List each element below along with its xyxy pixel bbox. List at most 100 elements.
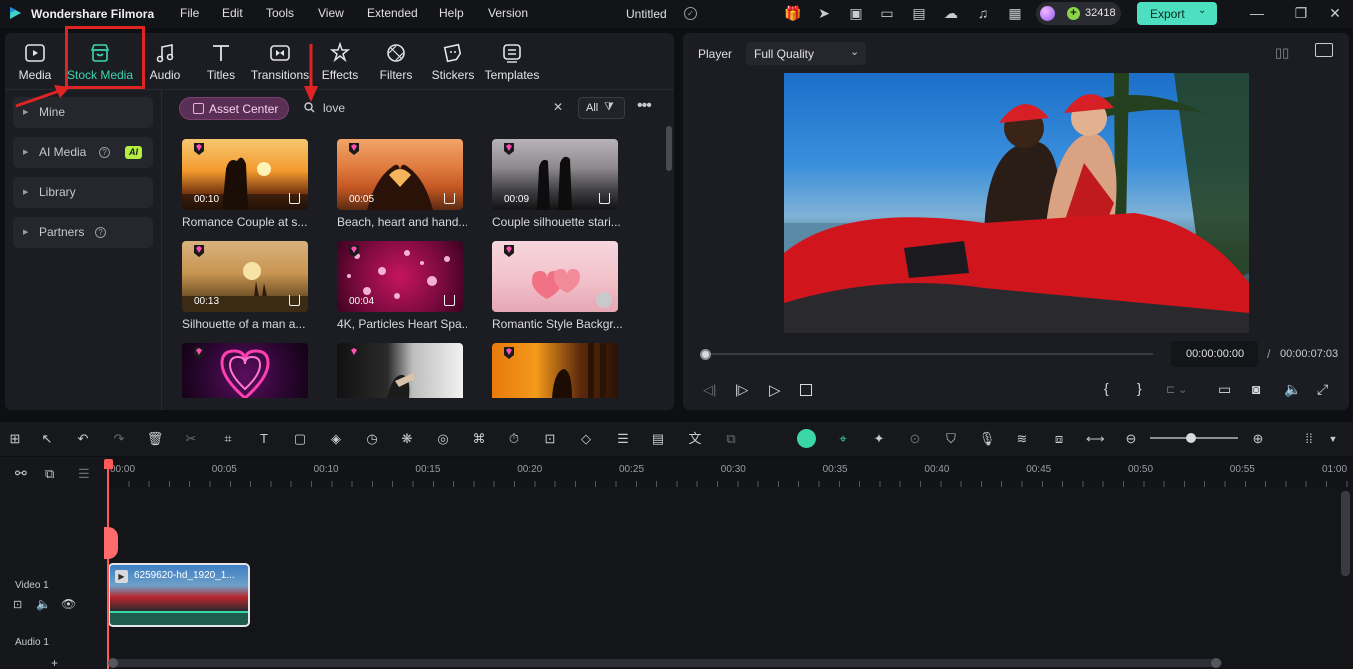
adjust-icon[interactable]: ☰ bbox=[614, 430, 632, 448]
snap-icon[interactable]: ⌖ bbox=[834, 430, 852, 448]
download-icon[interactable] bbox=[444, 295, 455, 306]
ai-tools-icon[interactable]: ◎ bbox=[434, 430, 452, 448]
export-button[interactable]: Export ⌄ bbox=[1137, 2, 1217, 25]
lock-icon[interactable]: ⊡ bbox=[13, 598, 22, 611]
select-pointer-icon[interactable]: ↖ bbox=[38, 430, 56, 448]
replace-icon[interactable]: ⧈ bbox=[1050, 430, 1068, 448]
tab-titles[interactable]: Titles bbox=[199, 33, 243, 89]
volume-icon[interactable]: 🔈 bbox=[36, 597, 51, 611]
shield-icon[interactable]: ⛉ bbox=[942, 430, 960, 448]
text-icon[interactable]: T bbox=[255, 430, 273, 448]
speed-icon[interactable]: ◷ bbox=[363, 430, 381, 448]
color-icon[interactable]: ❋ bbox=[398, 430, 416, 448]
mark-in-icon[interactable]: { bbox=[1104, 380, 1109, 396]
results-scrollbar[interactable] bbox=[666, 126, 672, 171]
help-icon[interactable]: ? bbox=[95, 227, 106, 238]
menu-edit[interactable]: Edit bbox=[222, 6, 243, 20]
current-time-box[interactable]: 00:00:00:00 bbox=[1171, 341, 1258, 367]
stop-icon[interactable] bbox=[800, 384, 812, 396]
tab-filters[interactable]: Filters bbox=[374, 33, 418, 89]
media-thumbnail[interactable]: 00:05 bbox=[337, 139, 463, 210]
download-icon[interactable] bbox=[444, 193, 455, 204]
credits-pill[interactable]: + 32418 bbox=[1036, 2, 1121, 25]
menu-file[interactable]: File bbox=[180, 6, 199, 20]
playback-scrubber[interactable] bbox=[703, 353, 1153, 355]
layout-icon[interactable]: ▭ bbox=[878, 4, 896, 22]
headset-icon[interactable]: ♫ bbox=[974, 4, 992, 22]
tab-media[interactable]: Media bbox=[13, 33, 57, 89]
track-layout-icon[interactable]: ⁞⁞ bbox=[1300, 430, 1318, 448]
scroll-handle-left[interactable] bbox=[108, 658, 118, 668]
layout-toggle-icon[interactable]: ▯▯ bbox=[1275, 45, 1289, 61]
redo-icon[interactable]: ↷ bbox=[110, 430, 128, 448]
tab-effects[interactable]: Effects bbox=[318, 33, 362, 89]
video-preview[interactable] bbox=[784, 73, 1249, 333]
asset-center-button[interactable]: Asset Center bbox=[179, 97, 289, 120]
microphone-icon[interactable]: 🎙 bbox=[978, 430, 996, 448]
apps-grid-icon[interactable]: ▦ bbox=[1006, 4, 1024, 22]
media-thumbnail[interactable]: 00:13 bbox=[182, 241, 308, 312]
menu-help[interactable]: Help bbox=[439, 6, 464, 20]
playhead-marker[interactable] bbox=[104, 459, 113, 469]
announcement-icon[interactable]: ▣ bbox=[847, 4, 865, 22]
media-thumbnail[interactable]: 00:09 bbox=[492, 139, 618, 210]
timeline-tracks[interactable] bbox=[108, 489, 1353, 669]
fit-icon[interactable]: ⟷ bbox=[1086, 430, 1105, 448]
close-icon[interactable]: ✕ bbox=[1326, 4, 1344, 22]
keyframe-icon[interactable]: ◇ bbox=[577, 430, 595, 448]
render-icon[interactable]: ⊙ bbox=[906, 430, 924, 448]
next-frame-icon[interactable]: |▷ bbox=[735, 382, 748, 398]
delete-icon[interactable]: 🗑 bbox=[146, 430, 164, 448]
quality-dropdown[interactable]: Full Quality ⌄ bbox=[746, 42, 866, 65]
fullscreen-icon[interactable]: ⤢ bbox=[1317, 381, 1328, 398]
transform-icon[interactable]: ⊡ bbox=[541, 430, 559, 448]
translate-icon[interactable]: 文 bbox=[686, 430, 704, 448]
help-icon[interactable]: ? bbox=[99, 147, 110, 158]
track-settings-icon[interactable]: ☰ bbox=[78, 466, 90, 482]
split-scissors-icon[interactable]: ✂ bbox=[182, 430, 200, 448]
display-icon[interactable]: ▭ bbox=[1218, 381, 1231, 398]
playhead-drag-handle[interactable] bbox=[104, 527, 118, 559]
ai-companion-icon[interactable] bbox=[797, 429, 816, 448]
video-clip[interactable]: ▶ 6259620-hd_1920_1... bbox=[108, 563, 250, 627]
crop-icon[interactable]: ⌗ bbox=[219, 430, 237, 448]
sidebar-item-partners[interactable]: ▶ Partners ? bbox=[13, 217, 153, 248]
download-icon[interactable] bbox=[599, 193, 610, 204]
download-icon[interactable] bbox=[289, 193, 300, 204]
sidebar-item-ai-media[interactable]: ▶ AI Media ? AI bbox=[13, 137, 153, 168]
maximize-icon[interactable]: ❐ bbox=[1292, 4, 1310, 22]
filter-dropdown[interactable]: All ⧩ bbox=[578, 97, 625, 119]
tab-audio[interactable]: Audio bbox=[143, 33, 187, 89]
save-icon[interactable]: ▤ bbox=[910, 4, 928, 22]
volume-icon[interactable]: 🔈 bbox=[1284, 381, 1301, 398]
media-thumbnail[interactable]: 00:04 bbox=[337, 241, 463, 312]
media-thumbnail[interactable] bbox=[492, 241, 618, 312]
menu-view[interactable]: View bbox=[318, 6, 344, 20]
marker-icon[interactable]: ⊏ ⌄ bbox=[1166, 383, 1188, 396]
media-thumbnail[interactable]: 00:10 bbox=[182, 139, 308, 210]
duration-icon[interactable]: ⏱ bbox=[505, 430, 523, 448]
minimize-icon[interactable]: — bbox=[1248, 4, 1266, 22]
locked-download-icon[interactable] bbox=[596, 292, 612, 308]
undo-icon[interactable]: ↶ bbox=[74, 430, 92, 448]
zoom-slider-handle[interactable] bbox=[1186, 433, 1196, 443]
shape-icon[interactable]: ▢ bbox=[291, 430, 309, 448]
download-icon[interactable] bbox=[289, 295, 300, 306]
waveform-monitor-icon[interactable] bbox=[1315, 43, 1333, 57]
clear-search-icon[interactable]: ✕ bbox=[553, 100, 563, 114]
ai-copy-icon[interactable]: ⌘ bbox=[470, 430, 488, 448]
zoom-in-icon[interactable]: ⊕ bbox=[1249, 430, 1267, 448]
timeline-horizontal-scrollbar[interactable] bbox=[110, 659, 1222, 667]
scroll-handle-right[interactable] bbox=[1211, 658, 1221, 668]
subtitle-icon[interactable]: ▤ bbox=[649, 430, 667, 448]
gift-icon[interactable]: 🎁 bbox=[784, 4, 802, 22]
media-thumbnail[interactable] bbox=[182, 343, 308, 398]
ai-effect-icon[interactable]: ✦ bbox=[870, 430, 888, 448]
media-thumbnail[interactable] bbox=[492, 343, 618, 398]
cloud-upload-icon[interactable]: ☁ bbox=[942, 4, 960, 22]
chevron-down-icon[interactable]: ▼ bbox=[1324, 430, 1342, 448]
search-input[interactable]: love bbox=[323, 101, 543, 115]
timeline-vertical-scrollbar[interactable] bbox=[1341, 491, 1350, 576]
zoom-out-icon[interactable]: ⊖ bbox=[1122, 430, 1140, 448]
stabilize-icon[interactable]: ⧉ bbox=[722, 430, 740, 448]
